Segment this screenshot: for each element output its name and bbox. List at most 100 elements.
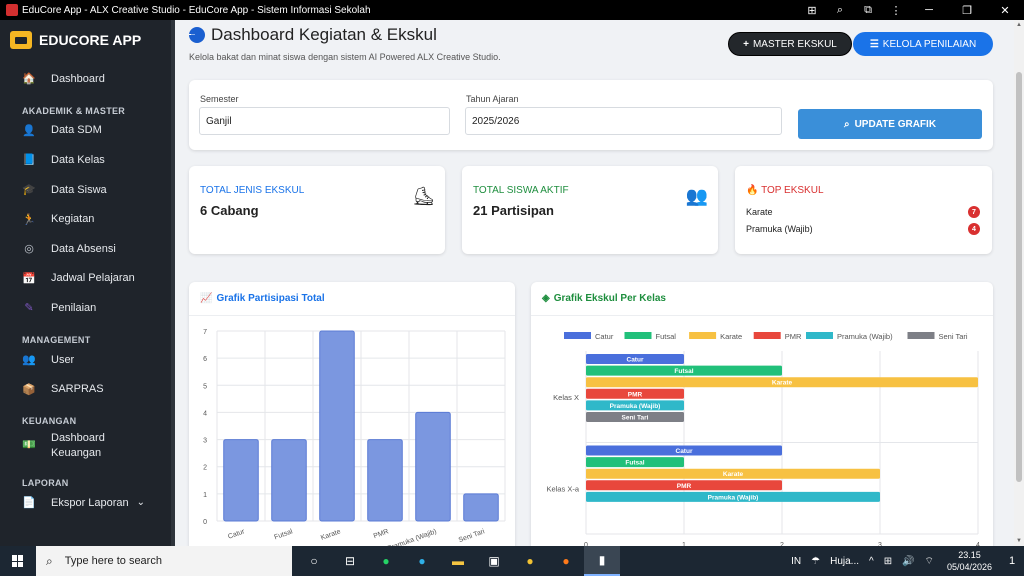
sidebar-item-data-sdm[interactable]: 👤 Data SDM xyxy=(0,116,175,146)
search-icon: ⌕ xyxy=(46,553,53,568)
chart-card-partisipasi: 📈 Grafik Partisipasi Total 0 1 2 3 4 5 6 7 Catur… xyxy=(189,282,515,546)
taskbar-search[interactable]: ⌕ Type here to search xyxy=(36,546,292,576)
calendar-icon: 📅 xyxy=(22,272,36,285)
sidebar-item-label: Kegiatan xyxy=(51,213,95,226)
file-explorer-icon[interactable]: ▬ xyxy=(440,546,476,576)
sidebar-item-penilaian[interactable]: ✎ Penilaian xyxy=(0,293,175,323)
x-tick-label: Pramuka (Wajib) xyxy=(387,528,438,546)
layer-group-icon: ◈ xyxy=(542,293,550,304)
scrollbar-thumb[interactable] xyxy=(1016,72,1022,482)
list-item: Pramuka (Wajib) 4 xyxy=(746,223,980,235)
page-title-text: Dashboard Kegiatan & Ekskul xyxy=(211,25,437,44)
chart-title: Grafik Partisipasi Total xyxy=(216,293,325,304)
sidebar-item-user[interactable]: 👥 User xyxy=(0,345,175,375)
sidebar-item-dashboard[interactable]: 🏠 Dashboard xyxy=(0,64,175,94)
semester-label: Semester xyxy=(200,94,239,104)
sidebar-item-ekspor-laporan[interactable]: 📄 Ekspor Laporan ⌄ xyxy=(0,488,175,518)
brand[interactable]: EDUCORE APP xyxy=(0,20,175,60)
users-icon: 👥 xyxy=(685,186,708,206)
translate-icon[interactable]: ⊞ xyxy=(798,4,826,17)
scroll-down-icon[interactable]: ▼ xyxy=(1016,538,1022,544)
bar-data-label: Karate xyxy=(723,471,744,478)
sidebar-item-data-siswa[interactable]: 🎓 Data Siswa xyxy=(0,175,175,205)
legend-swatch xyxy=(624,332,652,339)
sidebar-item-label: SARPRAS xyxy=(51,383,104,396)
x-tick-label: Karate xyxy=(320,528,342,542)
sidebar-item-sarpras[interactable]: 📦 SARPRAS xyxy=(0,374,175,404)
chevron-up-icon[interactable]: ^ xyxy=(869,556,874,567)
network-icon[interactable]: ⊞ xyxy=(884,556,892,567)
box-icon: 📦 xyxy=(22,383,36,396)
weather-text[interactable]: Huja... xyxy=(830,556,859,567)
legend-label: Seni Tari xyxy=(939,332,968,341)
clock[interactable]: 23.15 05/04/2026 xyxy=(947,549,992,573)
bar-data-label: Seni Tari xyxy=(622,415,649,422)
stat-card-jenis-ekskul: TOTAL JENIS EKSKUL 6 Cabang ⛸ xyxy=(189,166,445,254)
app-icon xyxy=(6,4,18,16)
legend-item: Karate xyxy=(689,332,742,341)
chart-header: ◈ Grafik Ekskul Per Kelas xyxy=(531,282,993,316)
sidebar-item-dashboard-keuangan[interactable]: 💵 Dashboard Keuangan xyxy=(0,426,175,466)
y-tick-label: Kelas X xyxy=(553,393,579,402)
sidebar-item-data-kelas[interactable]: 📘 Data Kelas xyxy=(0,145,175,175)
kelola-penilaian-label: KELOLA PENILAIAN xyxy=(882,38,977,50)
top-ekskul-title: 🔥 TOP EKSKUL xyxy=(746,185,824,196)
widgets-icon[interactable]: ⊟ xyxy=(332,546,368,576)
stat-card-siswa-aktif: TOTAL SISWA AKTIF 21 Partisipan 👥 xyxy=(462,166,718,254)
master-ekskul-button[interactable]: + MASTER EKSKUL xyxy=(728,32,852,56)
running-icon: 🏃 xyxy=(22,213,36,226)
semester-select[interactable]: Ganjil xyxy=(199,107,450,135)
scroll-up-icon[interactable]: ▲ xyxy=(1016,22,1022,28)
window-title-bar: EduCore App - ALX Creative Studio - EduC… xyxy=(0,0,1024,20)
close-button[interactable]: ✕ xyxy=(986,4,1024,17)
language-indicator[interactable]: IN xyxy=(791,556,801,567)
bar-catur xyxy=(223,439,259,522)
whatsapp-icon[interactable]: ● xyxy=(368,546,404,576)
y-tick-label: Kelas X-a xyxy=(546,484,579,493)
wifi-icon[interactable]: ⌔ xyxy=(925,555,934,568)
notification-icon[interactable]: 1 xyxy=(1000,546,1024,576)
update-grafik-label: UPDATE GRAFIK xyxy=(854,118,937,130)
sidebar-item-data-absensi[interactable]: ◎ Data Absensi xyxy=(0,234,175,264)
brand-name: EDUCORE APP xyxy=(39,32,142,48)
count-badge: 7 xyxy=(968,206,980,218)
kelola-penilaian-button[interactable]: ☰ KELOLA PENILAIAN xyxy=(853,32,993,56)
more-menu-icon[interactable]: ⋮ xyxy=(882,4,910,17)
minimize-button[interactable]: ─ xyxy=(910,4,948,17)
fire-icon: 🔥 xyxy=(746,185,759,196)
tahun-ajaran-input[interactable]: 2025/2026 xyxy=(465,107,782,135)
main-scrollbar[interactable]: ▲ ▼ xyxy=(1014,20,1024,546)
search-placeholder: Type here to search xyxy=(64,555,162,567)
firefox-icon[interactable]: ● xyxy=(548,546,584,576)
sidebar-item-label: Jadwal Pelajaran xyxy=(51,272,135,285)
store-icon[interactable]: ▣ xyxy=(476,546,512,576)
extensions-icon[interactable]: ⧉ xyxy=(854,4,882,17)
chrome-icon[interactable]: ● xyxy=(512,546,548,576)
start-button[interactable] xyxy=(0,546,36,576)
sidebar-item-label: Dashboard Keuangan xyxy=(51,431,105,459)
stat-card-top-ekskul: 🔥 TOP EKSKUL Karate 7 Pramuka (Wajib) 4 xyxy=(735,166,992,254)
restore-button[interactable]: ❐ xyxy=(948,4,986,17)
y-tick-label: 0 xyxy=(203,519,207,526)
sidebar-item-kegiatan[interactable]: 🏃 Kegiatan xyxy=(0,204,175,234)
weather-icon[interactable]: ☂ xyxy=(811,556,820,567)
home-icon: 🏠 xyxy=(22,73,36,86)
y-tick-label: 2 xyxy=(203,465,207,472)
sidebar-section-heading: MANAGEMENT xyxy=(22,334,91,345)
update-grafik-button[interactable]: ⌕ UPDATE GRAFIK xyxy=(798,109,982,139)
educore-app-icon[interactable]: ▮ xyxy=(584,546,620,576)
volume-icon[interactable]: 🔊 xyxy=(902,556,914,567)
chevron-down-icon[interactable]: ⌄ xyxy=(137,497,145,508)
sidebar-item-label: Dashboard xyxy=(51,72,105,85)
edge-icon[interactable]: ● xyxy=(404,546,440,576)
top-ekskul-name: Karate xyxy=(746,207,773,217)
legend-item: Seni Tari xyxy=(907,332,968,341)
task-view-icon[interactable]: ○ xyxy=(296,546,332,576)
sidebar-item-jadwal-pelajaran[interactable]: 📅 Jadwal Pelajaran xyxy=(0,264,175,294)
legend-label: Catur xyxy=(595,332,614,341)
legend-label: Pramuka (Wajib) xyxy=(837,332,893,341)
bar-futsal xyxy=(271,439,307,522)
zoom-icon[interactable]: ⌕ xyxy=(826,4,854,17)
y-tick-label: 1 xyxy=(203,492,207,499)
list-item: Karate 7 xyxy=(746,206,980,218)
